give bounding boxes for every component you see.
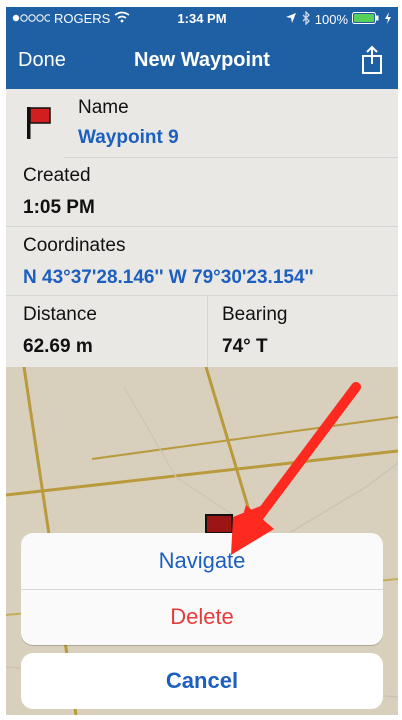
coordinates-value[interactable]: N 43°37'28.146'' W 79°30'23.154'' [23, 267, 314, 289]
screenshot-frame: ROGERS 1:34 PM 100% Done New Waypoint Na… [0, 0, 402, 720]
name-label: Name [78, 97, 129, 118]
name-row: Name Waypoint 9 [6, 89, 398, 158]
navigate-button[interactable]: Navigate [21, 533, 383, 589]
coordinates-row: Coordinates N 43°37'28.146'' W 79°30'23.… [6, 226, 398, 295]
distance-label: Distance [23, 304, 97, 325]
share-icon[interactable] [358, 45, 386, 75]
created-row: Created 1:05 PM [6, 157, 398, 225]
battery-percent: 100% [314, 12, 348, 27]
distance-bearing-divider [207, 296, 208, 368]
status-right: 100% [285, 10, 392, 28]
waypoint-details: Name Waypoint 9 Created 1:05 PM Coordina… [6, 89, 398, 368]
status-bar: ROGERS 1:34 PM 100% [6, 7, 398, 31]
page-title: New Waypoint [134, 49, 270, 71]
distance-bearing-row: Distance 62.69 m Bearing 74° T [6, 295, 398, 368]
location-icon [285, 12, 297, 27]
cancel-button[interactable]: Cancel [21, 653, 383, 709]
created-label: Created [23, 165, 91, 186]
action-sheet: Navigate Delete [21, 533, 383, 645]
battery-icon [352, 12, 380, 27]
bearing-value: 74° T [222, 336, 268, 357]
name-value[interactable]: Waypoint 9 [78, 127, 179, 149]
delete-button[interactable]: Delete [21, 589, 383, 645]
bluetooth-icon [301, 10, 311, 28]
red-flag-icon [24, 105, 54, 146]
distance-value: 62.69 m [23, 336, 93, 357]
created-value: 1:05 PM [23, 197, 95, 218]
navigation-bar: Done New Waypoint [6, 31, 398, 89]
phone-screen: ROGERS 1:34 PM 100% Done New Waypoint Na… [6, 7, 398, 715]
bearing-label: Bearing [222, 304, 288, 325]
coordinates-label: Coordinates [23, 235, 126, 256]
charging-icon [384, 12, 392, 27]
